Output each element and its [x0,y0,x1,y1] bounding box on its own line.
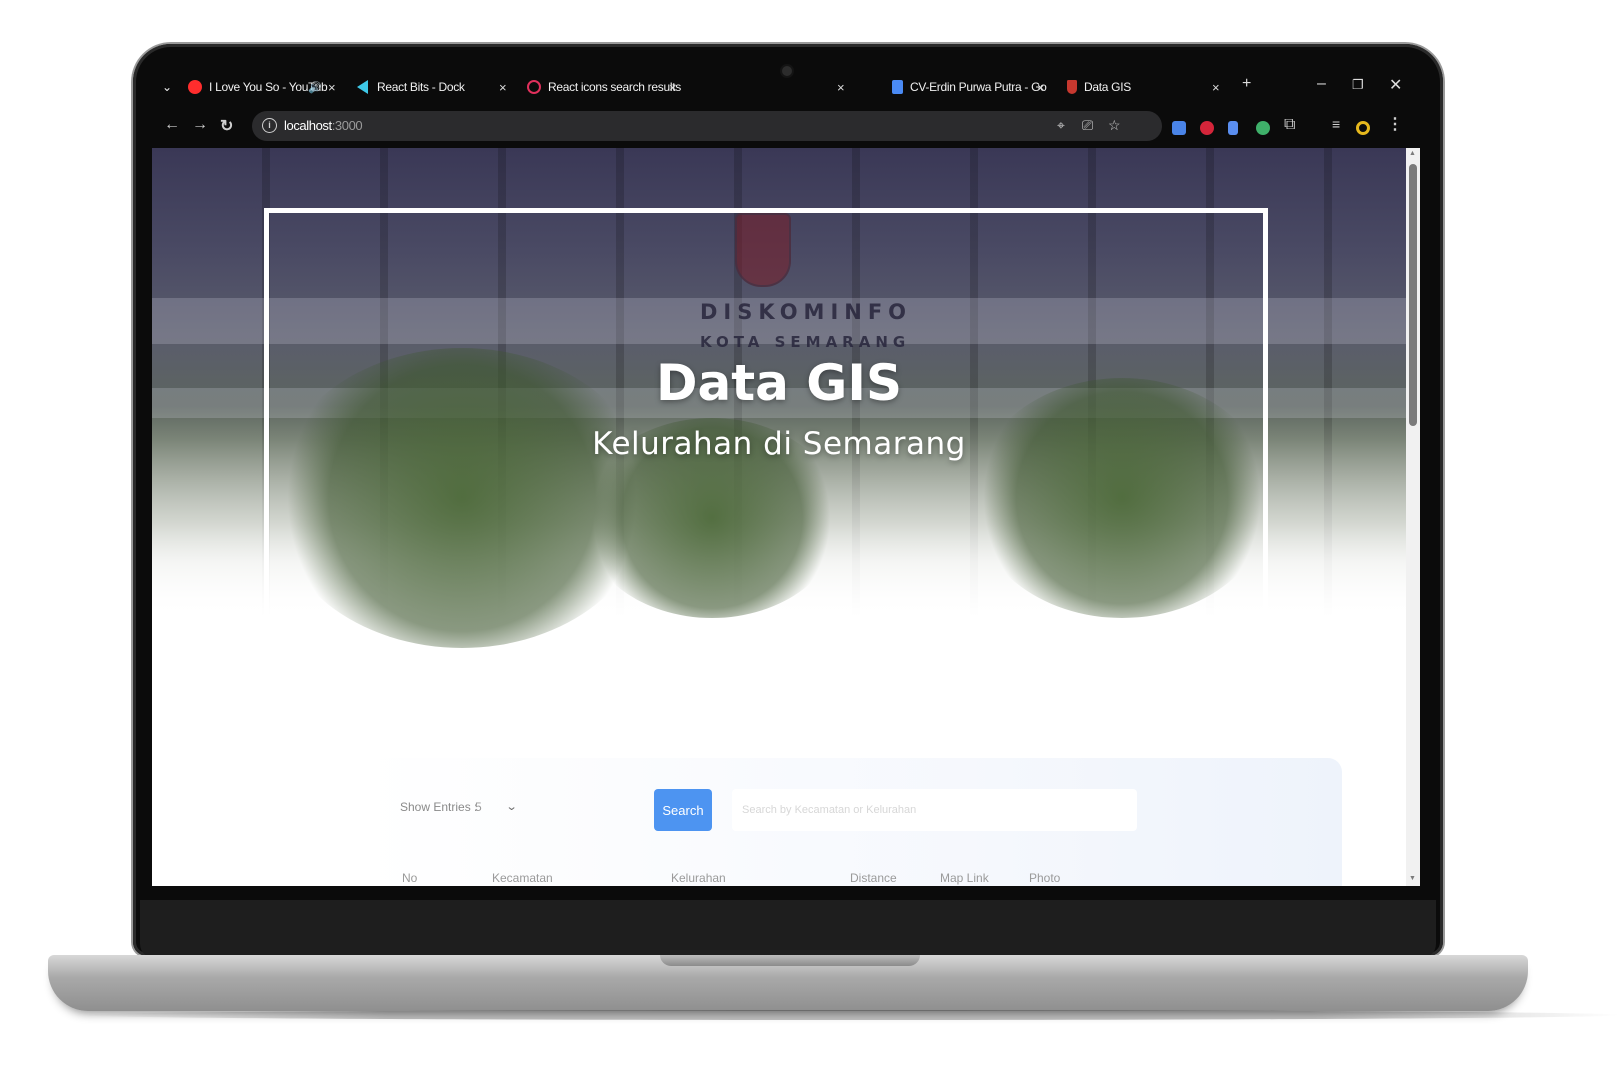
column-header-kecamatan: Kecamatan [492,871,553,885]
hero-banner: DISKOMINFO KOTA SEMARANG Data GIS Kelura… [152,148,1406,648]
browser-toolbar: ← → ↻ i localhost:3000 ⌖ ⎚ ☆ ⧉ ≡ ⋮ [152,108,1420,146]
column-header-kelurahan: Kelurahan [671,871,726,885]
window-close-icon[interactable]: ✕ [1389,75,1402,95]
column-header-no: No [402,871,418,885]
back-icon[interactable]: ← [164,116,180,134]
close-icon[interactable]: × [669,80,677,95]
url-port: :3000 [331,118,363,133]
close-icon[interactable]: × [1212,80,1220,95]
laptop-shadow [80,1010,1620,1020]
kebab-menu-icon[interactable]: ⋮ [1387,114,1403,134]
tab-untitled[interactable]: × [697,76,857,98]
scroll-down-icon[interactable]: ▼ [1409,875,1416,882]
translate-extension-icon[interactable] [1172,121,1186,135]
address-bar[interactable]: i localhost:3000 ⌖ ⎚ ☆ [252,111,1162,141]
show-entries-label: Show Entries : [400,800,478,814]
column-header-distance: Distance [850,871,897,885]
tab-search-button[interactable]: ⌄ [162,76,172,98]
page-title: Data GIS [656,354,902,412]
forward-icon[interactable]: → [192,116,208,134]
profile-avatar-icon[interactable] [1356,121,1370,135]
media-queue-icon[interactable]: ≡ [1332,116,1340,132]
url-text: localhost:3000 [284,118,363,133]
url-host: localhost [284,118,332,133]
extensions-puzzle-icon[interactable]: ⧉ [1284,116,1295,134]
tab-label: CV-Erdin Purwa Putra - Go [910,80,1047,94]
column-header-map-link: Map Link [940,871,989,885]
minimize-icon[interactable]: – [1317,75,1326,93]
tab-label: React icons search results [548,80,681,94]
google-docs-icon [892,80,903,94]
laptop-notch [660,955,920,966]
column-header-photo: Photo [1029,871,1061,885]
scrollbar-thumb[interactable] [1409,164,1417,426]
new-tab-button[interactable]: + [1242,75,1251,93]
tab-youtube[interactable]: I Love You So - YouTub 🔊 × [188,76,338,98]
search-input[interactable] [732,789,1137,831]
speaker-icon: 🔊 [308,81,322,94]
react-icons-icon [527,80,541,94]
chevron-down-icon[interactable]: ⌄ [506,800,518,813]
hero-frame [264,208,1268,633]
close-icon[interactable]: × [837,80,845,95]
restore-icon[interactable]: ❐ [1352,77,1364,93]
cast-icon[interactable]: ⎚ [1082,117,1093,134]
ublock-extension-icon[interactable] [1200,121,1214,135]
shield-favicon-icon [1067,80,1077,94]
youtube-icon [188,80,202,94]
page-subtitle: Kelurahan di Semarang [592,426,966,462]
page-viewport: DISKOMINFO KOTA SEMARANG Data GIS Kelura… [152,148,1406,886]
entries-select[interactable]: 5 [475,800,482,814]
tab-react-icons[interactable]: React icons search results × [527,76,687,98]
react-bits-icon [357,80,368,94]
edge-extension-icon[interactable] [1256,121,1270,135]
close-icon[interactable]: × [328,80,336,95]
site-info-icon[interactable]: i [262,118,277,133]
tab-google-docs[interactable]: CV-Erdin Purwa Putra - Go × [892,76,1052,98]
scroll-up-icon[interactable]: ▲ [1409,150,1416,157]
location-icon[interactable]: ⌖ [1057,117,1065,134]
tab-label: Data GIS [1084,80,1131,94]
laptop-chin [140,900,1436,958]
reload-icon[interactable]: ↻ [220,116,233,136]
tab-bar: ⌄ I Love You So - YouTub 🔊 × React Bits … [152,70,1420,104]
docs-extension-icon[interactable] [1228,121,1238,135]
tab-data-gis[interactable]: Data GIS × [1067,76,1227,98]
tab-react-bits[interactable]: React Bits - Dock × [357,76,517,98]
close-icon[interactable]: × [499,80,507,95]
tab-label: React Bits - Dock [377,80,465,94]
bookmark-star-icon[interactable]: ☆ [1108,117,1121,134]
search-button[interactable]: Search [654,789,712,831]
close-icon[interactable]: × [1037,80,1045,95]
